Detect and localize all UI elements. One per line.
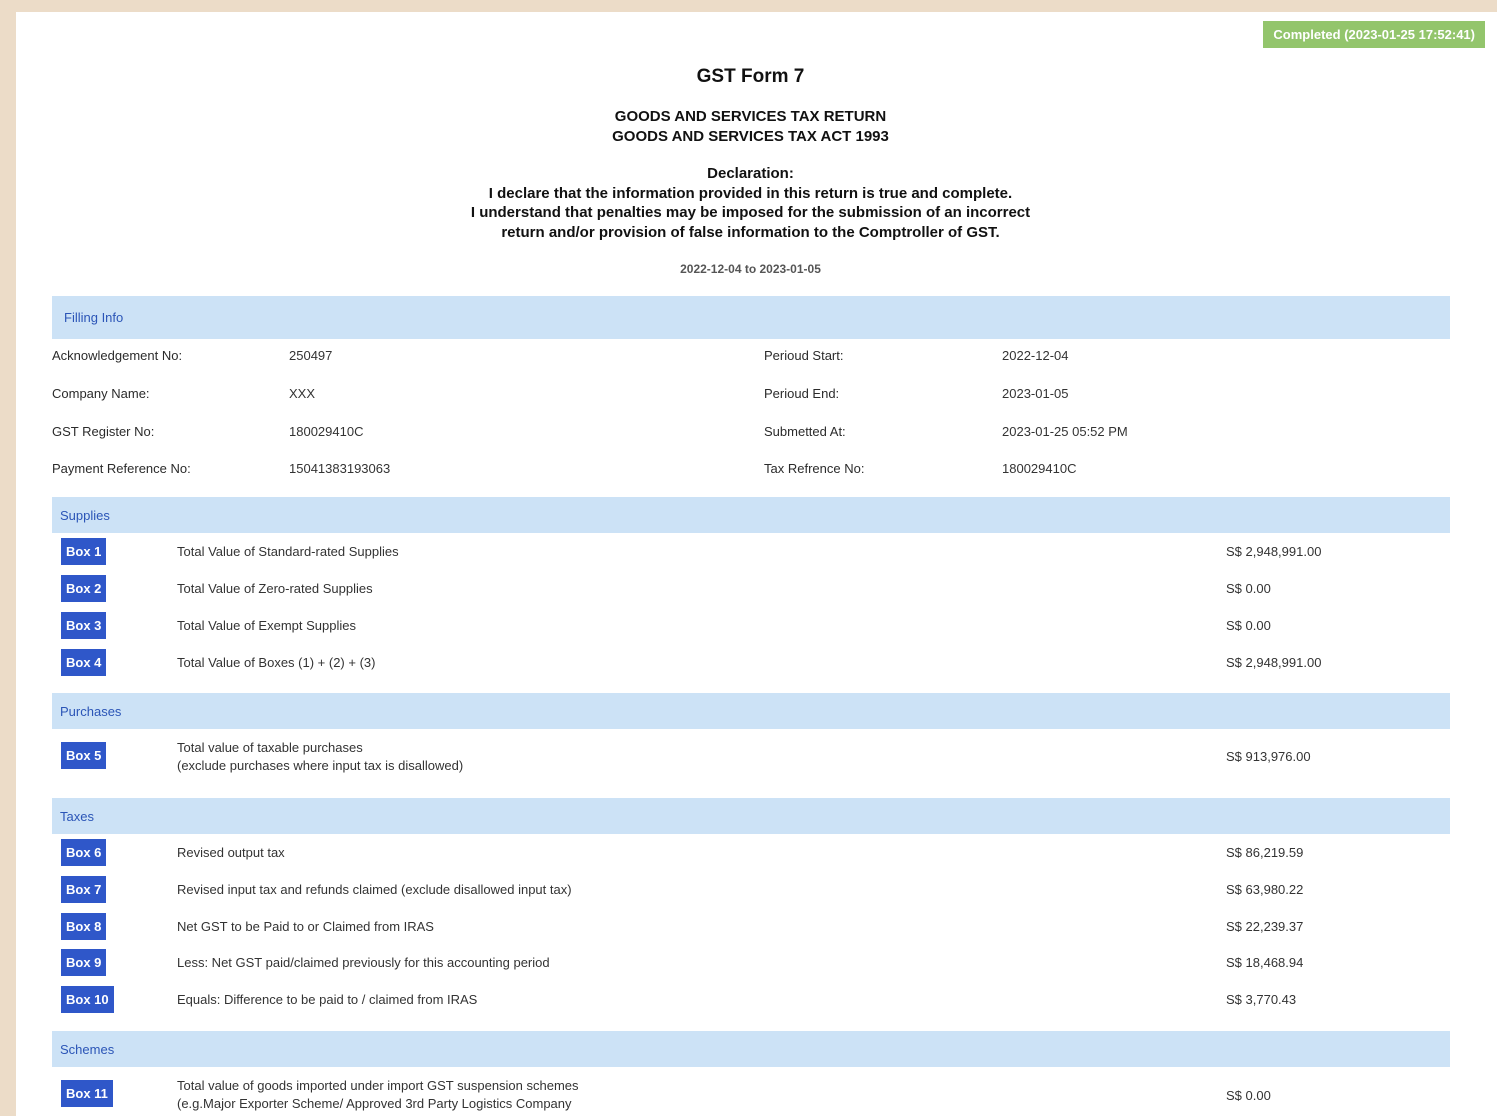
payment-reference-label: Payment Reference No: (52, 461, 191, 476)
box-row: Box 8 Net GST to be Paid to or Claimed f… (52, 911, 1450, 941)
declaration: Declaration: I declare that the informat… (16, 164, 1485, 242)
box-row: Box 4 Total Value of Boxes (1) + (2) + (… (52, 647, 1450, 677)
form-title: GST Form 7 (696, 66, 805, 87)
form-subtitle: GOODS AND SERVICES TAX RETURN GOODS AND … (16, 107, 1485, 147)
gst-register-label: GST Register No: (52, 424, 155, 439)
box-tag: Box 10 (61, 986, 114, 1013)
box-description-line: (exclude purchases where input tax is di… (177, 758, 464, 773)
box-tag: Box 9 (61, 949, 107, 976)
box-tag: Box 1 (61, 538, 107, 565)
section-supplies: Supplies (52, 497, 1450, 533)
declaration-line: return and/or provision of false informa… (501, 223, 1000, 241)
box-amount: S$ 63,980.22 (1226, 882, 1304, 897)
box-description: Total value of goods imported under impo… (177, 1077, 579, 1113)
period-end-value: 2023-01-05 (1002, 386, 1069, 401)
section-taxes: Taxes (52, 798, 1450, 834)
box-description: Net GST to be Paid to or Claimed from IR… (177, 919, 434, 934)
box-row: Box 6 Revised output tax S$ 86,219.59 (52, 837, 1450, 867)
box-description: Total Value of Standard-rated Supplies (177, 544, 399, 559)
box-description: Equals: Difference to be paid to / claim… (177, 992, 478, 1007)
form-page: Completed (2023-01-25 17:52:41) GST Form… (16, 12, 1497, 1116)
acknowledgement-value: 250497 (289, 348, 333, 363)
box-description: Revised input tax and refunds claimed (e… (177, 882, 572, 897)
box-amount: S$ 22,239.37 (1226, 919, 1304, 934)
box-description-line: Total value of taxable purchases (177, 740, 363, 755)
subtitle-line: GOODS AND SERVICES TAX ACT 1993 (612, 128, 889, 145)
box-row: Box 7 Revised input tax and refunds clai… (52, 874, 1450, 904)
box-amount: S$ 913,976.00 (1226, 749, 1311, 764)
declaration-line: I declare that the information provided … (488, 184, 1013, 202)
company-name-label: Company Name: (52, 386, 150, 401)
box-tag: Box 11 (61, 1080, 113, 1107)
box-tag: Box 4 (61, 649, 107, 676)
company-name-value: XXX (289, 386, 316, 401)
box-amount: S$ 0.00 (1226, 618, 1271, 633)
box-row: Box 9 Less: Net GST paid/claimed previou… (52, 947, 1450, 977)
submitted-at-label: Submetted At: (764, 424, 846, 439)
period-end-label: Perioud End: (764, 386, 840, 401)
box-amount: S$ 0.00 (1226, 581, 1271, 596)
acknowledgement-label: Acknowledgement No: (52, 348, 183, 363)
box-description: Total Value of Exempt Supplies (177, 618, 356, 633)
box-tag: Box 7 (61, 876, 107, 903)
box-description: Less: Net GST paid/claimed previously fo… (177, 955, 550, 970)
box-row: Box 5 Total value of taxable purchases (… (52, 739, 1450, 782)
box-description: Total Value of Zero-rated Supplies (177, 581, 373, 596)
box-row: Box 11 Total value of goods imported und… (52, 1077, 1450, 1116)
declaration-line: I understand that penalties may be impos… (470, 204, 1031, 221)
box-amount: S$ 86,219.59 (1226, 845, 1304, 860)
box-amount: S$ 18,468.94 (1226, 955, 1304, 970)
box-row: Box 10 Equals: Difference to be paid to … (52, 984, 1450, 1014)
box-description: Total value of taxable purchases (exclud… (177, 739, 463, 775)
box-amount: S$ 0.00 (1226, 1088, 1271, 1103)
tax-reference-label: Tax Refrence No: (764, 461, 865, 476)
submitted-at-value: 2023-01-25 05:52 PM (1002, 424, 1128, 439)
declaration-heading: Declaration: (707, 165, 794, 182)
period-start-label: Perioud Start: (764, 348, 844, 363)
subtitle-line: GOODS AND SERVICES TAX RETURN (614, 108, 887, 125)
box-amount: S$ 3,770.43 (1226, 992, 1297, 1007)
box-amount: S$ 2,948,991.00 (1226, 544, 1322, 559)
box-description-line: (e.g.Major Exporter Scheme/ Approved 3rd… (177, 1096, 572, 1111)
status-badge: Completed (2023-01-25 17:52:41) (1263, 21, 1485, 48)
period-start-value: 2022-12-04 (1002, 348, 1069, 363)
box-tag: Box 6 (61, 839, 107, 866)
payment-reference-value: 15041383193063 (289, 461, 391, 476)
section-schemes: Schemes (52, 1031, 1450, 1067)
gst-register-value: 180029410C (289, 424, 364, 439)
section-filling-info: Filling Info (52, 296, 1450, 339)
period-range: 2022-12-04 to 2023-01-05 (680, 262, 821, 276)
box-tag: Box 5 (61, 742, 107, 769)
box-description: Total Value of Boxes (1) + (2) + (3) (177, 655, 376, 670)
box-row: Box 3 Total Value of Exempt Supplies S$ … (52, 610, 1450, 640)
box-tag: Box 3 (61, 612, 107, 639)
box-row: Box 1 Total Value of Standard-rated Supp… (52, 536, 1450, 566)
box-tag: Box 8 (61, 913, 107, 940)
box-description: Revised output tax (177, 845, 285, 860)
tax-reference-value: 180029410C (1002, 461, 1077, 476)
box-tag: Box 2 (61, 575, 107, 602)
box-row: Box 2 Total Value of Zero-rated Supplies… (52, 573, 1450, 603)
section-purchases: Purchases (52, 693, 1450, 729)
box-description-line: Total value of goods imported under impo… (177, 1078, 579, 1093)
box-amount: S$ 2,948,991.00 (1226, 655, 1322, 670)
